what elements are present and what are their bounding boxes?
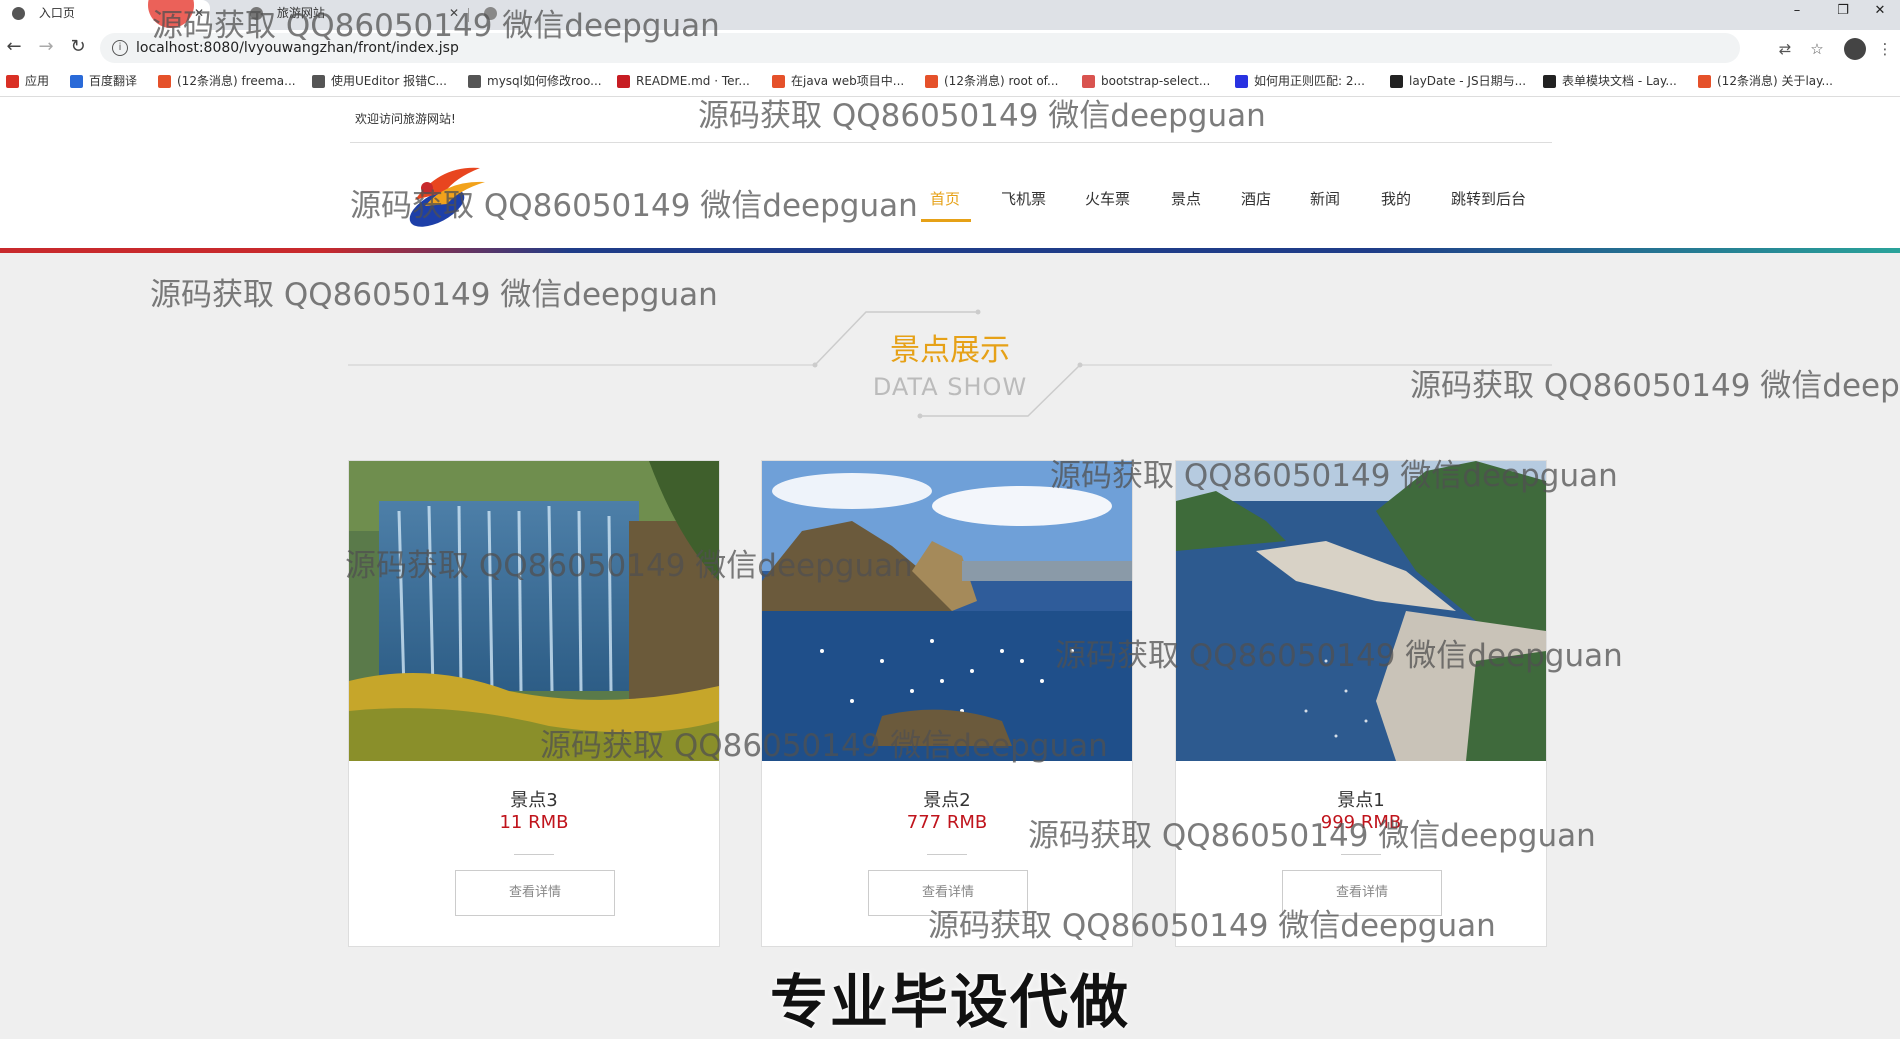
globe-icon: [484, 7, 497, 20]
attraction-card[interactable]: 景点1 999 RMB 查看详情: [1175, 460, 1547, 947]
bookmark-item[interactable]: 使用UEditor 报错C...: [312, 66, 447, 96]
tab-travel-site[interactable]: 旅游网站 ✕: [210, 0, 465, 30]
bookmarks-bar: 应用 百度翻译 (12条消息) freema... 使用UEditor 报错C... m…: [0, 66, 1900, 97]
nav-active-underline: [921, 219, 971, 222]
bookmark-item[interactable]: (12条消息) root of...: [925, 66, 1058, 96]
nav-item[interactable]: 酒店: [1241, 188, 1271, 209]
baidu-icon: [1235, 75, 1248, 88]
nav-item[interactable]: 首页: [930, 188, 960, 209]
bookmark-item[interactable]: 表单模块文档 - Lay...: [1543, 66, 1677, 96]
forward-icon[interactable]: →: [34, 36, 58, 60]
section-title: 景点展示: [890, 333, 1010, 368]
bookmark-label: (12条消息) freema...: [177, 74, 296, 88]
layui-icon: [1390, 75, 1403, 88]
bookmark-item[interactable]: mysql如何修改roo...: [468, 66, 602, 96]
bookmark-item[interactable]: layDate - JS日期与...: [1390, 66, 1526, 96]
bookmark-label: (12条消息) 关于lay...: [1717, 74, 1833, 88]
nav-item[interactable]: 飞机票: [1001, 188, 1046, 209]
bookmark-label: bootstrap-select...: [1101, 74, 1211, 88]
csdn-icon: [158, 75, 171, 88]
gitee-icon: [617, 75, 630, 88]
close-tab-icon[interactable]: ✕: [194, 0, 204, 26]
card-divider: [1341, 854, 1381, 855]
csdn-icon: [925, 75, 938, 88]
card-name: 景点1: [1337, 790, 1385, 811]
reload-icon[interactable]: ↻: [66, 36, 90, 60]
bookmark-label: (12条消息) root of...: [944, 74, 1059, 88]
star-icon[interactable]: ☆: [1808, 40, 1826, 58]
card-price: 777 RMB: [906, 812, 988, 833]
bookmark-item[interactable]: 如何用正则匹配: 2...: [1235, 66, 1365, 96]
ue-icon: [312, 75, 325, 88]
minimize-button[interactable]: –: [1774, 0, 1820, 30]
nav-item[interactable]: 我的: [1381, 188, 1411, 209]
translate-icon[interactable]: ⇄: [1776, 40, 1794, 58]
bookmark-label: 应用: [25, 74, 50, 88]
card-divider: [514, 854, 554, 855]
card-price: 999 RMB: [1320, 812, 1402, 833]
bookmark-item[interactable]: README.md · Ter...: [617, 66, 750, 96]
globe-icon: [250, 7, 263, 20]
card-divider: [927, 854, 967, 855]
back-icon[interactable]: ←: [2, 36, 26, 60]
bookmark-label: 表单模块文档 - Lay...: [1562, 74, 1677, 88]
attraction-card[interactable]: 景点2 777 RMB 查看详情: [761, 460, 1133, 947]
close-tab-icon[interactable]: ✕: [449, 0, 459, 26]
menu-icon[interactable]: ⋮: [1876, 40, 1894, 58]
waterfall-image[interactable]: [349, 461, 719, 761]
header-divider: [350, 142, 1552, 143]
bookmark-label: 如何用正则匹配: 2...: [1254, 74, 1365, 88]
nav-item[interactable]: 跳转到后台: [1451, 188, 1526, 209]
new-tab[interactable]: [470, 0, 530, 30]
site-icon: [1082, 75, 1095, 88]
close-window-button[interactable]: ✕: [1860, 0, 1900, 30]
csdn-icon: [1698, 75, 1711, 88]
card-price: 11 RMB: [499, 812, 569, 833]
card-name: 景点2: [923, 790, 971, 811]
tab-separator: [468, 8, 469, 22]
tab-title: 入口页: [38, 6, 75, 20]
nav-item[interactable]: 景点: [1171, 188, 1201, 209]
site-logo[interactable]: [385, 160, 495, 230]
bookmark-label: layDate - JS日期与...: [1409, 74, 1527, 88]
bay-image[interactable]: [1176, 461, 1546, 761]
bookmark-label: 百度翻译: [89, 74, 138, 88]
view-details-button[interactable]: 查看详情: [868, 870, 1028, 916]
bookmark-label: README.md · Ter...: [636, 74, 750, 88]
welcome-text: 欢迎访问旅游网站!: [355, 112, 456, 126]
coast-image[interactable]: [762, 461, 1132, 761]
ue-icon: [468, 75, 481, 88]
translate-icon: [70, 75, 83, 88]
attraction-card[interactable]: 景点3 11 RMB 查看详情: [348, 460, 720, 947]
bookmark-item[interactable]: 百度翻译: [70, 66, 137, 96]
site-header: [0, 97, 1900, 248]
tab-bar: 入口页 ✕ 旅游网站 ✕ – ❐ ✕: [0, 0, 1900, 30]
bookmark-label: 使用UEditor 报错C...: [331, 74, 447, 88]
bookmark-item[interactable]: 应用: [6, 66, 49, 96]
view-details-button[interactable]: 查看详情: [455, 870, 615, 916]
header-gradient-bar: [0, 248, 1900, 253]
nav-item[interactable]: 新闻: [1310, 188, 1340, 209]
card-name: 景点3: [510, 790, 558, 811]
promo-banner: 专业毕设代做: [769, 968, 1130, 1036]
apps-icon: [6, 75, 19, 88]
bookmark-label: 在java web项目中...: [791, 74, 905, 88]
profile-avatar-icon[interactable]: [1844, 38, 1866, 60]
section-subtitle: DATA SHOW: [872, 373, 1028, 401]
bookmark-item[interactable]: bootstrap-select...: [1082, 66, 1210, 96]
csdn-icon: [772, 75, 785, 88]
info-icon[interactable]: i: [112, 40, 128, 56]
url-text[interactable]: localhost:8080/lvyouwangzhan/front/index…: [136, 33, 459, 63]
bookmark-item[interactable]: 在java web项目中...: [772, 66, 904, 96]
address-bar[interactable]: i localhost:8080/lvyouwangzhan/front/ind…: [100, 33, 1740, 63]
browser-toolbar: ← → ↻ i localhost:8080/lvyouwangzhan/fro…: [0, 30, 1900, 66]
bookmark-item[interactable]: (12条消息) 关于lay...: [1698, 66, 1833, 96]
tab-title: 旅游网站: [276, 6, 325, 20]
bookmark-label: mysql如何修改roo...: [487, 74, 602, 88]
layui-icon: [1543, 75, 1556, 88]
view-details-button[interactable]: 查看详情: [1282, 870, 1442, 916]
nav-item[interactable]: 火车票: [1085, 188, 1130, 209]
bookmark-item[interactable]: (12条消息) freema...: [158, 66, 296, 96]
globe-icon: [12, 7, 25, 20]
